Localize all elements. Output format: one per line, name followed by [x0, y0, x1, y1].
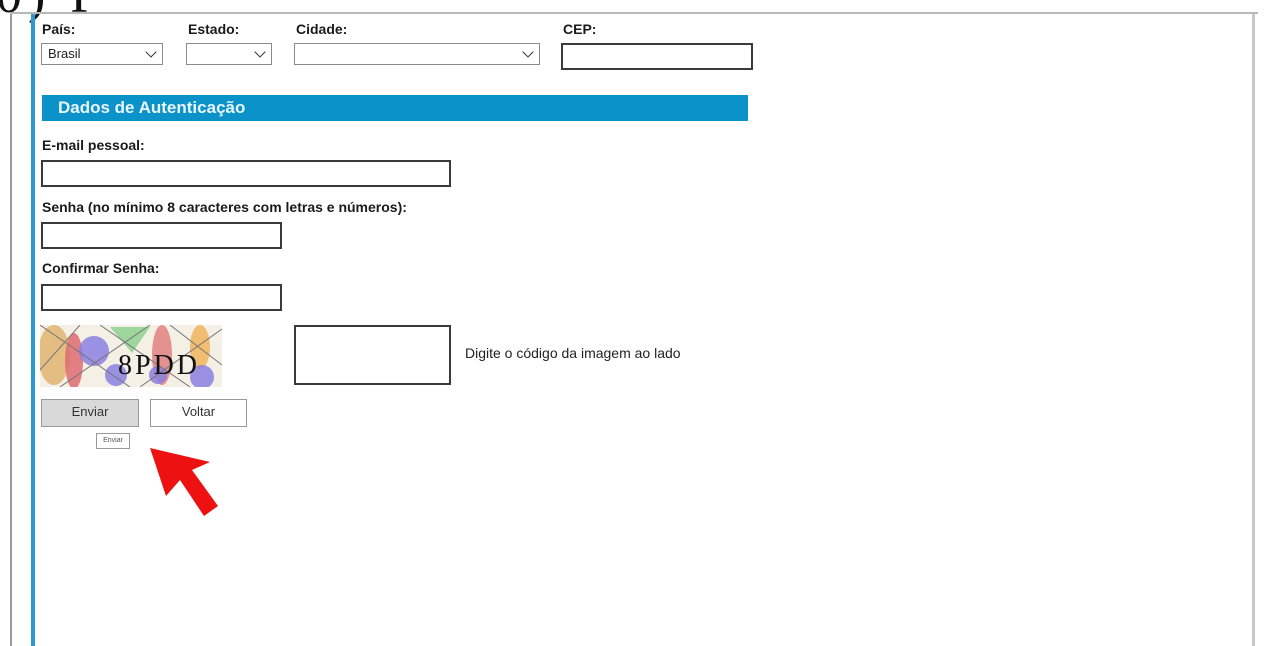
chevron-down-icon — [145, 46, 157, 58]
email-input[interactable] — [41, 160, 451, 187]
city-label: Cidade: — [296, 21, 348, 37]
state-label: Estado: — [188, 21, 240, 37]
red-arrow-icon — [140, 440, 230, 530]
captcha-image: 8PDD — [38, 324, 223, 389]
country-label: País: — [42, 21, 76, 37]
country-select[interactable]: Brasil — [41, 43, 163, 65]
captcha-instruction: Digite o código da imagem ao lado — [465, 345, 681, 361]
page-heading-fragment: 0) P — [0, 0, 105, 22]
form-accent-border — [31, 14, 35, 646]
auth-section-header: Dados de Autenticação — [42, 95, 748, 121]
chevron-down-icon — [522, 46, 534, 58]
captcha-code: 8PDD — [118, 350, 200, 381]
send-button[interactable]: Enviar — [41, 399, 139, 427]
country-select-value: Brasil — [48, 46, 81, 61]
city-select[interactable] — [294, 43, 540, 65]
send-button-small[interactable]: Enviar — [96, 433, 130, 449]
frame-right-border — [1252, 14, 1255, 646]
captcha-input[interactable] — [294, 325, 451, 385]
cep-input[interactable] — [561, 43, 753, 70]
back-button[interactable]: Voltar — [150, 399, 247, 427]
password-input[interactable] — [41, 222, 282, 249]
state-select[interactable] — [186, 43, 272, 65]
chevron-down-icon — [254, 46, 266, 58]
frame-top-border — [10, 12, 1258, 14]
frame-left-border — [10, 14, 12, 646]
password-label: Senha (no mínimo 8 caracteres com letras… — [42, 199, 407, 215]
confirm-password-label: Confirmar Senha: — [42, 260, 160, 276]
confirm-password-input[interactable] — [41, 284, 282, 311]
cep-label: CEP: — [563, 21, 597, 37]
email-label: E-mail pessoal: — [42, 137, 145, 153]
